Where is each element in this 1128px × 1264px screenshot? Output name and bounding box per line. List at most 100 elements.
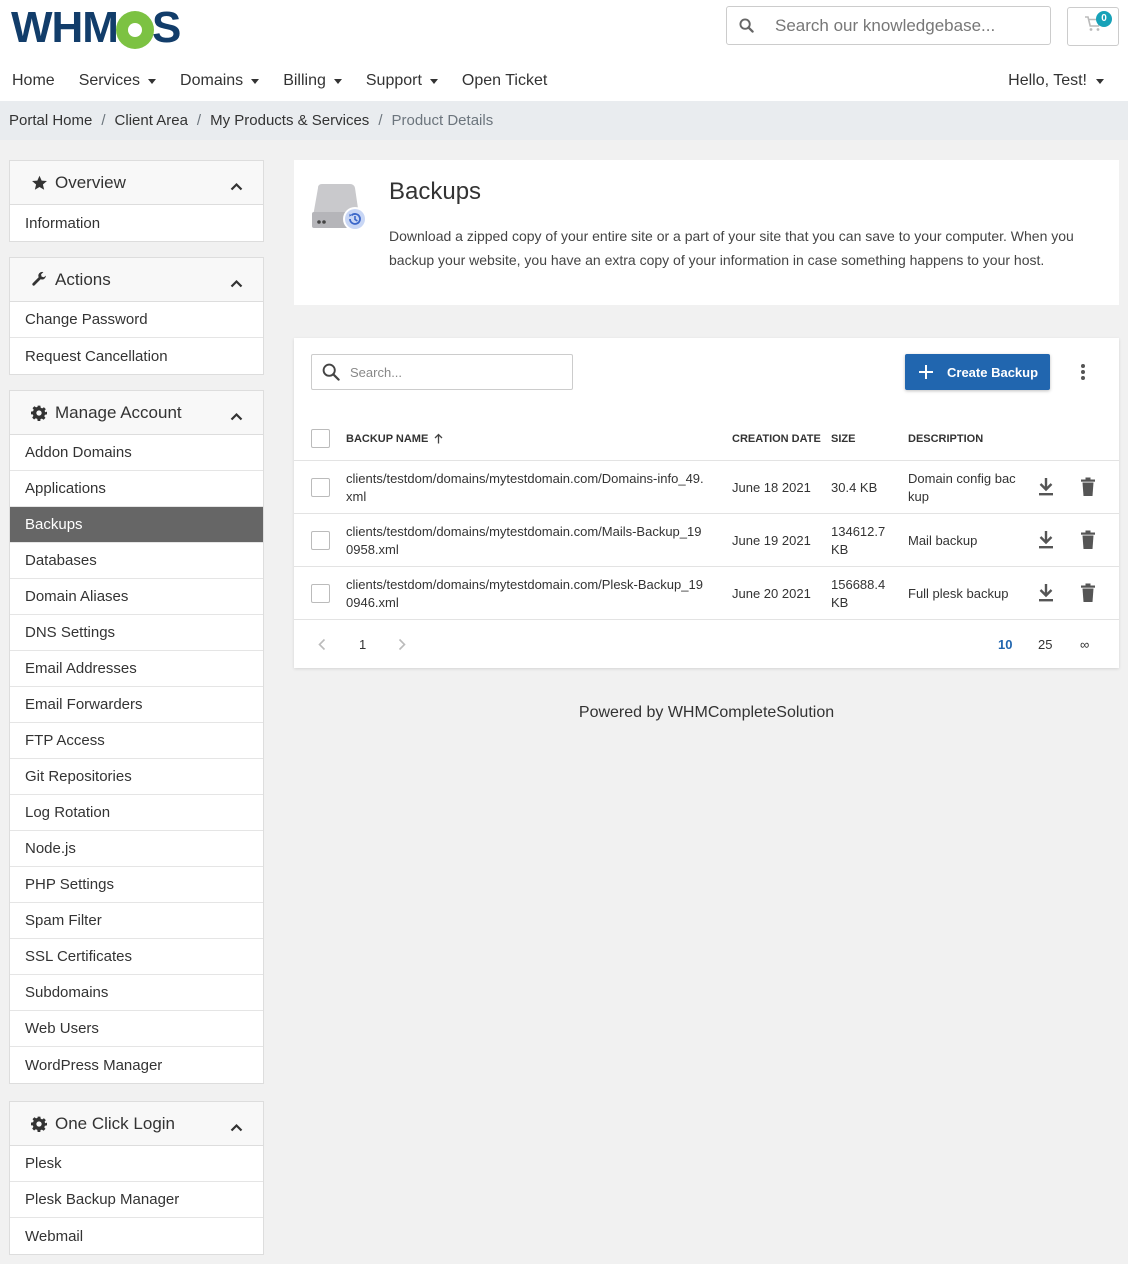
sidebar-item-databases[interactable]: Databases <box>10 543 263 579</box>
breadcrumb-portal-home[interactable]: Portal Home <box>9 112 92 129</box>
panel-header-actions[interactable]: Actions <box>10 258 263 302</box>
sidebar-item-dns-settings[interactable]: DNS Settings <box>10 615 263 651</box>
page-description: Download a zipped copy of your entire si… <box>389 228 1074 268</box>
sidebar-item-plesk-backup-manager[interactable]: Plesk Backup Manager <box>10 1182 263 1218</box>
row-checkbox[interactable] <box>311 478 330 497</box>
whmcs-logo[interactable]: WHM S <box>11 6 181 50</box>
sidebar-item-backups[interactable]: Backups <box>10 507 263 543</box>
knowledgebase-search-input[interactable] <box>765 15 1035 36</box>
size-cell: 134612.7 KB <box>831 523 886 557</box>
sidebar-item-change-password[interactable]: Change Password <box>10 302 263 338</box>
user-menu[interactable]: Hello, Test! <box>1008 62 1104 100</box>
sidebar-panel-actions: Actions Change Password Request Cancella… <box>9 257 264 375</box>
sidebar-panel-one-click-login: One Click Login Plesk Plesk Backup Manag… <box>9 1101 264 1255</box>
search-icon <box>312 363 350 381</box>
breadcrumb-client-area[interactable]: Client Area <box>115 112 188 129</box>
page-number-current[interactable]: 1 <box>359 620 366 668</box>
create-backup-button[interactable]: Create Backup <box>905 354 1050 390</box>
sidebar-item-nodejs[interactable]: Node.js <box>10 831 263 867</box>
nav-support[interactable]: Support <box>366 72 438 90</box>
table-row: clients/testdom/domains/mytestdomain.com… <box>294 461 1119 514</box>
nav-open-ticket[interactable]: Open Ticket <box>462 72 547 90</box>
nav-domains[interactable]: Domains <box>180 72 260 90</box>
sidebar-item-email-addresses[interactable]: Email Addresses <box>10 651 263 687</box>
column-header-backup-name[interactable]: BACKUP NAME <box>346 416 443 461</box>
download-icon[interactable] <box>1037 477 1055 500</box>
star-icon <box>30 174 48 192</box>
page-size-all[interactable]: ∞ <box>1080 620 1089 668</box>
sidebar-item-addon-domains[interactable]: Addon Domains <box>10 435 263 471</box>
table-search-input[interactable] <box>350 364 560 380</box>
delete-icon[interactable] <box>1080 530 1096 553</box>
panel-header-overview[interactable]: Overview <box>10 161 263 205</box>
panel-header-manage-account[interactable]: Manage Account <box>10 391 263 435</box>
creation-date-cell: June 18 2021 <box>732 479 811 495</box>
description-cell: Domain config backup <box>908 470 1016 504</box>
footer-powered-by: Powered by WHMCompleteSolution <box>578 704 835 721</box>
sidebar-item-domain-aliases[interactable]: Domain Aliases <box>10 579 263 615</box>
column-header-creation-date[interactable]: CREATION DATE <box>732 416 821 461</box>
select-all-checkbox[interactable] <box>311 429 330 448</box>
column-header-size[interactable]: SIZE <box>831 416 855 461</box>
breadcrumb-current: Product Details <box>391 112 494 129</box>
backups-table-card: Create Backup BACKUP NAME CREATION DATE … <box>294 338 1119 668</box>
sidebar-item-information[interactable]: Information <box>10 205 263 241</box>
sidebar-item-ftp-access[interactable]: FTP Access <box>10 723 263 759</box>
breadcrumb-separator: / <box>196 112 202 129</box>
row-checkbox[interactable] <box>311 584 330 603</box>
sidebar-item-subdomains[interactable]: Subdomains <box>10 975 263 1011</box>
chevron-up-icon <box>230 1117 243 1137</box>
search-icon <box>727 18 765 33</box>
download-icon[interactable] <box>1037 530 1055 553</box>
nav-services[interactable]: Services <box>79 72 157 90</box>
table-header: BACKUP NAME CREATION DATE SIZE DESCRIPTI… <box>294 416 1119 461</box>
page-title: Backups <box>389 178 482 205</box>
nav-billing[interactable]: Billing <box>283 72 342 90</box>
cog-icon <box>30 1115 48 1133</box>
size-cell: 156688.4 KB <box>831 576 886 610</box>
panel-header-one-click-login[interactable]: One Click Login <box>10 1102 263 1146</box>
download-icon[interactable] <box>1037 583 1055 606</box>
backup-name-cell: clients/testdom/domains/mytestdomain.com… <box>346 470 704 504</box>
sidebar-item-spam-filter[interactable]: Spam Filter <box>10 903 263 939</box>
size-cell: 30.4 KB <box>831 479 878 495</box>
sidebar-item-applications[interactable]: Applications <box>10 471 263 507</box>
sidebar-item-web-users[interactable]: Web Users <box>10 1011 263 1047</box>
sidebar-item-request-cancellation[interactable]: Request Cancellation <box>10 338 263 374</box>
column-header-description[interactable]: DESCRIPTION <box>908 416 983 461</box>
backup-drive-icon <box>310 182 368 239</box>
row-checkbox[interactable] <box>311 531 330 550</box>
page-size-10[interactable]: 10 <box>998 620 1012 668</box>
pagination: 1 10 25 ∞ <box>294 620 1119 668</box>
cart-count-badge: 0 <box>1096 11 1112 27</box>
table-row: clients/testdom/domains/mytestdomain.com… <box>294 514 1119 567</box>
breadcrumb-my-products[interactable]: My Products & Services <box>210 112 369 129</box>
delete-icon[interactable] <box>1080 477 1096 500</box>
knowledgebase-search[interactable] <box>726 6 1051 45</box>
table-search[interactable] <box>311 354 573 390</box>
caret-down-icon <box>251 78 260 84</box>
chevron-left-icon[interactable] <box>318 620 326 668</box>
description-cell: Mail backup <box>908 532 978 548</box>
caret-down-icon <box>333 78 342 84</box>
table-row: clients/testdom/domains/mytestdomain.com… <box>294 567 1119 620</box>
sort-ascending-icon <box>434 433 443 444</box>
sidebar-item-ssl-certificates[interactable]: SSL Certificates <box>10 939 263 975</box>
sidebar-item-email-forwarders[interactable]: Email Forwarders <box>10 687 263 723</box>
sidebar-item-php-settings[interactable]: PHP Settings <box>10 867 263 903</box>
sidebar-item-webmail[interactable]: Webmail <box>10 1218 263 1254</box>
nav-home[interactable]: Home <box>12 72 55 90</box>
delete-icon[interactable] <box>1080 583 1096 606</box>
sidebar-item-plesk[interactable]: Plesk <box>10 1146 263 1182</box>
backup-name-cell: clients/testdom/domains/mytestdomain.com… <box>346 576 703 610</box>
sidebar-item-git-repositories[interactable]: Git Repositories <box>10 759 263 795</box>
sidebar-panel-overview: Overview Information <box>9 160 264 242</box>
caret-down-icon <box>148 78 157 84</box>
caret-down-icon <box>429 78 438 84</box>
sidebar-item-wordpress-manager[interactable]: WordPress Manager <box>10 1047 263 1083</box>
sidebar-item-log-rotation[interactable]: Log Rotation <box>10 795 263 831</box>
chevron-right-icon[interactable] <box>398 620 406 668</box>
more-options-icon[interactable] <box>1076 362 1090 382</box>
cart-button[interactable]: 0 <box>1067 7 1119 46</box>
page-size-25[interactable]: 25 <box>1038 620 1052 668</box>
